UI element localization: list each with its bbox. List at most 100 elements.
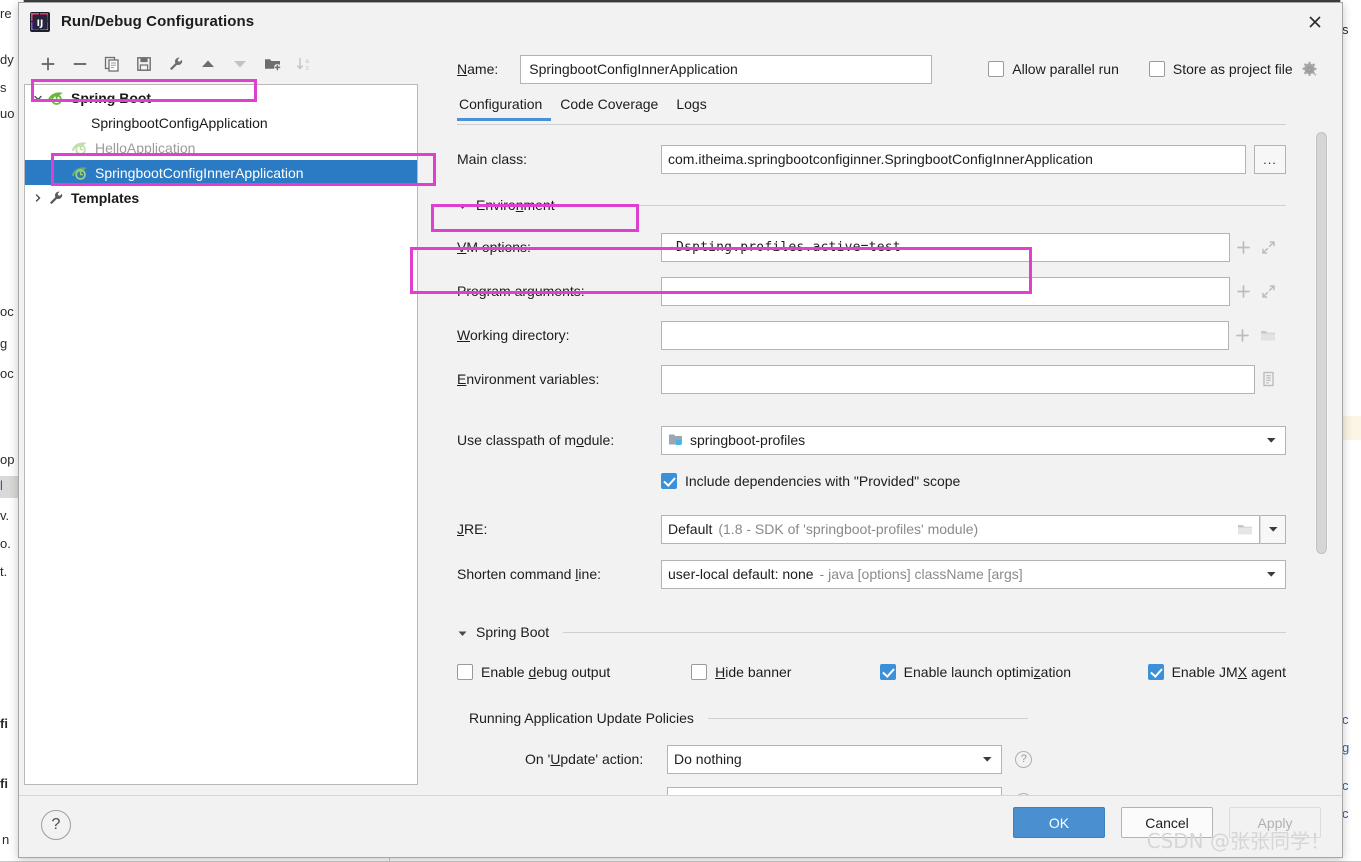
tree-node-templates[interactable]: Templates [25, 185, 417, 210]
triangle-down-icon[interactable] [457, 627, 468, 638]
jre-dropdown-chevron-down-icon[interactable] [1260, 514, 1286, 544]
update-policies-section-label: Running Application Update Policies [469, 710, 694, 726]
use-classpath-of-module-combo[interactable]: springboot-profiles [661, 425, 1286, 455]
program-arguments-input[interactable] [661, 276, 1230, 306]
svg-text:z: z [306, 65, 309, 72]
name-input[interactable] [520, 54, 933, 84]
form-scrollbar-track[interactable] [1315, 132, 1328, 554]
use-classpath-of-module-value: springboot-profiles [690, 432, 806, 448]
checkbox-box [457, 664, 473, 680]
on-update-action-question-circle-icon[interactable]: ? [1015, 750, 1033, 768]
folder-icon[interactable] [1260, 328, 1276, 343]
configurations-tree-pane: a z Spring Boot SpringbootConfigApplicat… [19, 40, 419, 795]
tree-toolbar: a z [33, 49, 319, 79]
allow-parallel-run-checkbox[interactable]: Allow parallel run [988, 61, 1119, 77]
arrow-up-icon[interactable] [193, 50, 223, 78]
svg-text:IJ: IJ [37, 19, 44, 29]
chevron-down-icon[interactable] [1266, 561, 1277, 588]
section-rule [707, 717, 1028, 719]
section-rule [568, 204, 1286, 206]
chevron-down-icon[interactable] [1266, 427, 1277, 454]
tab-logs[interactable]: Logs [667, 96, 715, 116]
working-directory-adornments [1229, 328, 1286, 343]
save-floppy-icon[interactable] [129, 50, 159, 78]
tree-node-hello-application[interactable]: HelloApplication [25, 135, 417, 160]
enable-debug-output-checkbox[interactable]: Enable debug output [457, 664, 691, 680]
configuration-form-scroll: Main class: com.itheima.springbootconfig… [457, 125, 1286, 795]
enable-jmx-agent-checkbox[interactable]: Enable JMX agent [1147, 664, 1286, 680]
jre-input[interactable]: Default (1.8 - SDK of 'springboot-profil… [661, 514, 1230, 544]
ide-text-fragment: g [1342, 740, 1350, 755]
tree-node-label: SpringbootConfigInnerApplication [95, 164, 304, 181]
shorten-command-line-label: Shorten command line: [457, 566, 601, 582]
dialog-footer: ? OK Cancel Apply CSDN @张张同学！ [19, 795, 1342, 857]
store-as-project-file-label: Store as project file [1172, 61, 1293, 77]
jre-browse-folder-icon[interactable] [1230, 514, 1260, 544]
help-button[interactable]: ? [41, 810, 71, 840]
main-class-label: Main class: [457, 151, 528, 167]
close-icon[interactable] [1296, 7, 1334, 37]
spring-boot-icon [71, 140, 91, 156]
checkbox-box [988, 61, 1005, 77]
main-class-input[interactable]: com.itheima.springbootconfiginner.Spring… [661, 144, 1246, 174]
tab-configuration[interactable]: Configuration [457, 96, 552, 121]
name-label: Name: [457, 61, 499, 77]
environment-variables-input[interactable] [661, 364, 1255, 394]
on-update-action-label: On 'Update' action: [525, 751, 644, 767]
program-arguments-row: Program arguments: [457, 276, 1286, 306]
gear-dropdown-icon[interactable] [1301, 61, 1318, 78]
vm-options-input[interactable]: -Dspting.profiles.active=test [661, 232, 1230, 262]
configurations-tree[interactable]: Spring Boot SpringbootConfigApplication [24, 84, 418, 785]
ide-selection-highlight [1341, 416, 1361, 440]
tree-node-spring-boot[interactable]: Spring Boot [25, 85, 417, 110]
ok-button[interactable]: OK [1013, 807, 1105, 838]
hide-banner-checkbox[interactable]: Hide banner [691, 664, 880, 680]
program-arguments-adornments [1230, 284, 1286, 299]
on-frame-deactivation-combo[interactable]: Do nothing [667, 786, 1003, 796]
configuration-tabs: Configuration Code Coverage Logs [457, 96, 716, 121]
copy-configuration-icon[interactable] [97, 50, 127, 78]
folder-add-icon[interactable] [257, 50, 287, 78]
environment-variables-label: Environment variables: [457, 371, 600, 387]
vm-options-row: VM options: -Dspting.profiles.active=tes… [457, 232, 1286, 262]
store-as-project-file-checkbox[interactable]: Store as project file [1148, 61, 1293, 77]
plus-icon[interactable] [1236, 240, 1251, 255]
arrow-down-icon[interactable] [225, 50, 255, 78]
enable-launch-optimization-label: Enable launch optimization [903, 664, 1072, 680]
svg-text:a: a [305, 58, 309, 65]
triangle-down-icon[interactable] [457, 200, 468, 211]
tab-code-coverage[interactable]: Code Coverage [551, 96, 667, 116]
shorten-command-line-combo[interactable]: user-local default: none - java [options… [661, 559, 1286, 589]
browse-main-class-button[interactable]: ... [1254, 144, 1286, 174]
environment-section-header[interactable]: Environment [457, 192, 1286, 218]
chevron-down-icon[interactable] [982, 746, 993, 773]
cancel-button[interactable]: Cancel [1121, 807, 1213, 838]
chevron-down-icon[interactable] [29, 93, 47, 103]
include-provided-scope-checkbox[interactable]: Include dependencies with "Provided" sco… [661, 473, 960, 489]
expand-icon[interactable] [1261, 284, 1276, 299]
expand-icon[interactable] [1261, 240, 1276, 255]
remove-configuration-button[interactable] [65, 50, 95, 78]
checkbox-box [1148, 61, 1165, 77]
spring-boot-icon [71, 165, 91, 181]
sort-az-icon[interactable]: a z [289, 50, 319, 78]
checkbox-box [691, 664, 708, 680]
on-update-action-combo[interactable]: Do nothing [667, 744, 1003, 774]
jre-label: JRE: [457, 521, 488, 537]
use-classpath-of-module-label: Use classpath of module: [457, 432, 615, 448]
spring-boot-section-header[interactable]: Spring Boot [457, 619, 1286, 645]
chevron-right-icon[interactable] [29, 193, 47, 203]
list-edit-icon[interactable] [1261, 371, 1276, 387]
working-directory-input[interactable] [661, 320, 1229, 350]
plus-icon[interactable] [1236, 284, 1251, 299]
environment-variables-adornments [1255, 371, 1286, 387]
enable-launch-optimization-checkbox[interactable]: Enable launch optimization [879, 664, 1148, 680]
tree-node-springboot-config-application[interactable]: SpringbootConfigApplication [25, 110, 417, 135]
tree-node-springboot-config-inner-application[interactable]: SpringbootConfigInnerApplication [25, 160, 417, 185]
spring-boot-options-row: Enable debug output Hide banner Enable l… [457, 657, 1286, 687]
wrench-icon[interactable] [161, 50, 191, 78]
plus-icon[interactable] [1235, 328, 1250, 343]
add-configuration-button[interactable] [33, 50, 63, 78]
chevron-down-icon[interactable] [982, 788, 993, 796]
form-scrollbar-thumb[interactable] [1316, 132, 1327, 554]
